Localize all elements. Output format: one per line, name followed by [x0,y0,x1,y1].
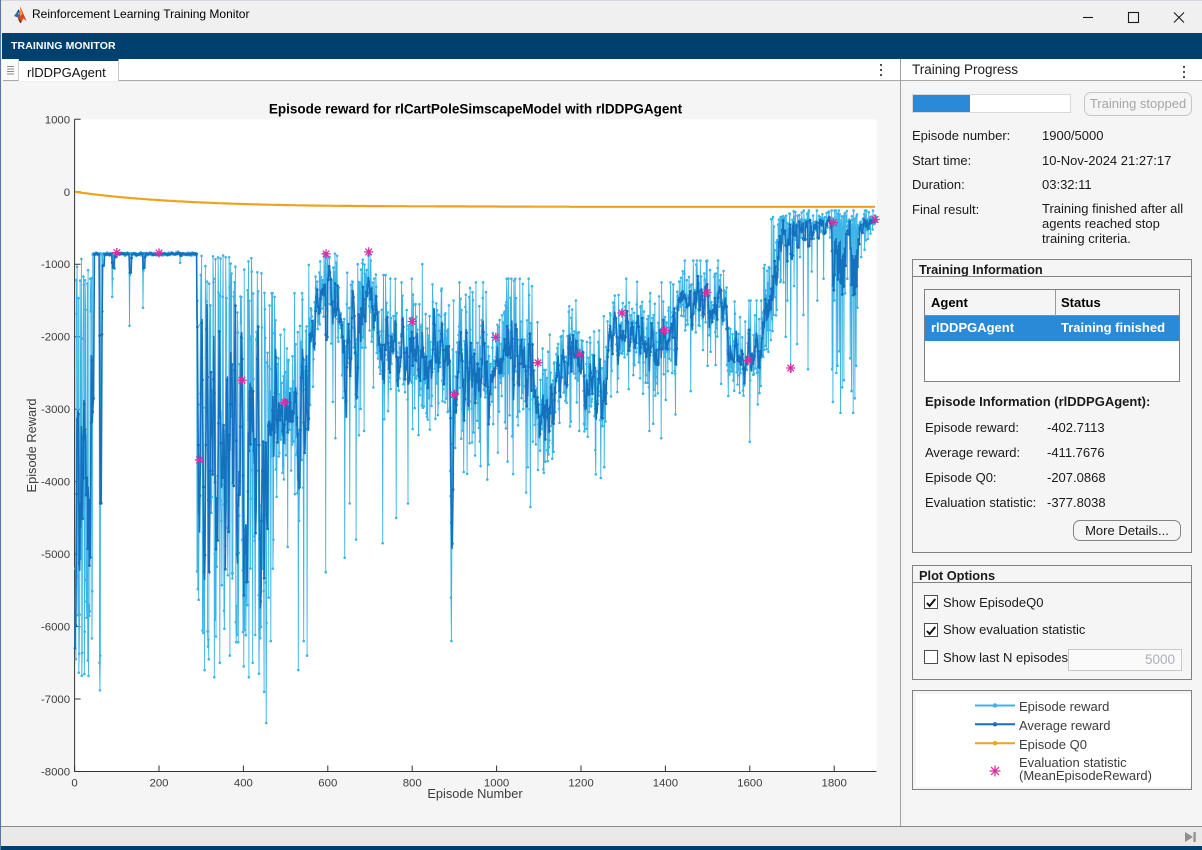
svg-text:1000: 1000 [45,114,70,126]
svg-text:1600: 1600 [737,778,762,790]
svg-text:800: 800 [403,778,422,790]
svg-text:0: 0 [64,187,70,199]
svg-text:-4000: -4000 [41,477,70,489]
svg-text:1800: 1800 [822,778,847,790]
svg-text:1200: 1200 [568,778,593,790]
svg-text:-2000: -2000 [41,332,70,344]
svg-text:400: 400 [234,778,253,790]
svg-text:-3000: -3000 [41,404,70,416]
svg-text:-7000: -7000 [41,694,70,706]
svg-text:Episode Reward: Episode Reward [24,399,39,493]
svg-text:-8000: -8000 [41,767,70,779]
svg-text:-6000: -6000 [41,622,70,634]
svg-text:600: 600 [318,778,337,790]
svg-text:200: 200 [149,778,168,790]
svg-text:-1000: -1000 [41,259,70,271]
svg-text:0: 0 [71,778,77,790]
svg-text:-5000: -5000 [41,549,70,561]
svg-text:Episode Number: Episode Number [427,786,523,801]
svg-text:1400: 1400 [653,778,678,790]
svg-text:Episode reward for rlCartPoleS: Episode reward for rlCartPoleSimscapeMod… [269,102,683,117]
